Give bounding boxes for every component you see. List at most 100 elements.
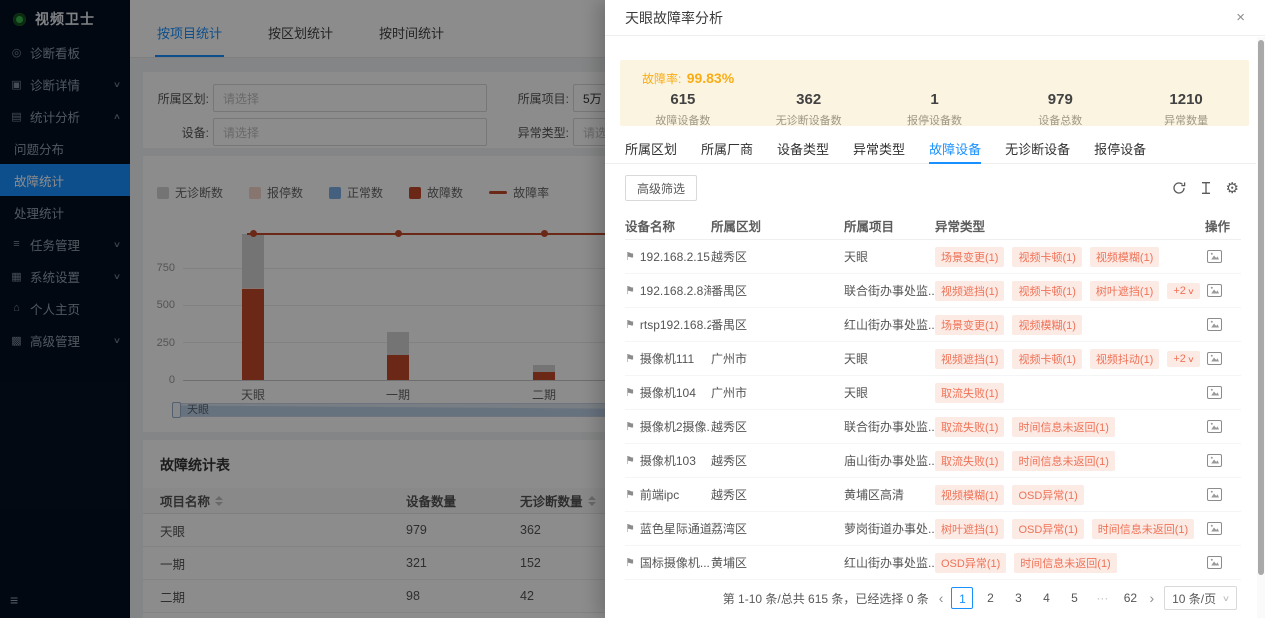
error-tag: 视频卡顿(1) — [1012, 349, 1081, 369]
error-tags-cell: 取流失败(1) — [935, 383, 1205, 403]
video-playback-icon[interactable] — [1207, 488, 1222, 501]
refresh-icon[interactable] — [1172, 181, 1186, 195]
fault-analysis-drawer: 天眼故障率分析 × 故障率: 99.83% 615故障设备数362无诊断设备数1… — [605, 0, 1265, 618]
chevron-down-icon: ∨ — [1187, 355, 1195, 364]
device-name-cell: ⚑rtsp192.168.2.8 — [625, 318, 711, 332]
device-name: 摄像机104 — [640, 384, 696, 401]
stat-item: 1报停设备数 — [872, 91, 998, 128]
device-row: ⚑摄像机111广州市天眼视频遮挡(1)视频卡顿(1)视频抖动(1)+2∨ — [625, 342, 1241, 376]
column-header: 操作 — [1205, 216, 1241, 235]
column-header: 设备名称 — [625, 216, 711, 235]
video-playback-icon[interactable] — [1207, 420, 1222, 433]
scrollbar-thumb[interactable] — [1258, 40, 1264, 575]
stat-label: 无诊断设备数 — [746, 112, 872, 128]
drawer-tab-7[interactable]: 报停设备 — [1094, 139, 1146, 164]
drawer-tab-1[interactable]: 所属区划 — [625, 139, 677, 164]
device-name-cell: ⚑国标摄像机... — [625, 554, 711, 571]
page-button-3[interactable]: 3 — [1007, 587, 1029, 609]
table-body: ⚑192.168.2.15... 越秀区 天眼场景变更(1) 视频卡顿(1) 视频模糊(… — [625, 240, 1241, 580]
drawer-tab-6[interactable]: 无诊断设备 — [1005, 139, 1070, 164]
column-header: 异常类型 — [935, 216, 1205, 235]
flag-icon: ⚑ — [625, 488, 635, 501]
error-tags-cell: 取流失败(1)时间信息未返回(1) — [935, 451, 1205, 471]
drawer-tab-2[interactable]: 所属厂商 — [701, 139, 753, 164]
page-button-4[interactable]: 4 — [1035, 587, 1057, 609]
project-cell: 红山街办事处监... — [844, 316, 935, 333]
video-playback-icon[interactable] — [1207, 250, 1222, 263]
operation-cell — [1205, 318, 1241, 331]
project-cell: 联合街办事处监... — [844, 418, 935, 435]
page-button-5[interactable]: 5 — [1063, 587, 1085, 609]
project-cell: 庙山街办事处监... — [844, 452, 935, 469]
advanced-filter-button[interactable]: 高级筛选 — [625, 175, 697, 201]
drawer-tab-5[interactable]: 故障设备 — [929, 139, 981, 164]
page-button-62[interactable]: 62 — [1119, 587, 1141, 609]
device-row: ⚑192.168.2.15...越秀区天眼场景变更(1)视频卡顿(1)视频模糊(… — [625, 240, 1241, 274]
page-size-select[interactable]: 10 条/页 ∨ — [1164, 586, 1237, 610]
video-playback-icon[interactable] — [1207, 522, 1222, 535]
pagination-summary: 第 1-10 条/总共 615 条，已经选择 0 条 — [723, 590, 929, 607]
stat-label: 设备总数 — [997, 112, 1123, 128]
video-playback-icon[interactable] — [1207, 556, 1222, 569]
page-button-1[interactable]: 1 — [951, 587, 973, 609]
device-name: 摄像机111 — [640, 350, 694, 367]
chevron-down-icon: ∨ — [1222, 594, 1230, 603]
video-playback-icon[interactable] — [1207, 352, 1222, 365]
error-tag: 时间信息未返回(1) — [1012, 451, 1114, 471]
prev-page-icon[interactable]: ‹ — [937, 590, 946, 606]
fault-rate: 故障率: 99.83% — [642, 70, 734, 87]
page-size-value: 10 条/页 — [1172, 590, 1216, 607]
flag-icon: ⚑ — [625, 386, 635, 399]
drawer-tab-4[interactable]: 异常类型 — [853, 139, 905, 164]
settings-gear-icon[interactable]: ⚙ — [1226, 181, 1239, 196]
region-cell: 越秀区 — [711, 418, 844, 435]
device-name-cell: ⚑摄像机111 — [625, 350, 711, 367]
video-playback-icon[interactable] — [1207, 454, 1222, 467]
video-playback-icon[interactable] — [1207, 318, 1222, 331]
flag-icon: ⚑ — [625, 420, 635, 433]
scrollbar[interactable] — [1257, 37, 1265, 618]
error-tags-cell: 视频遮挡(1)视频卡顿(1)视频抖动(1)+2∨ — [935, 349, 1205, 369]
page-ellipsis: ··· — [1091, 587, 1113, 609]
video-playback-icon[interactable] — [1207, 386, 1222, 399]
region-cell: 黄埔区 — [711, 554, 844, 571]
device-row: ⚑摄像机2摄像...越秀区联合街办事处监...取流失败(1)时间信息未返回(1) — [625, 410, 1241, 444]
region-cell: 番禺区 — [711, 316, 844, 333]
region-cell: 广州市 — [711, 384, 844, 401]
video-playback-icon[interactable] — [1207, 284, 1222, 297]
page-button-2[interactable]: 2 — [979, 587, 1001, 609]
device-row: ⚑192.168.2.8海...番禺区联合街办事处监...视频遮挡(1)视频卡顿… — [625, 274, 1241, 308]
next-page-icon[interactable]: › — [1147, 590, 1156, 606]
close-icon[interactable]: × — [1236, 10, 1245, 25]
stat-value: 615 — [620, 91, 746, 108]
drawer-tab-3[interactable]: 设备类型 — [777, 139, 829, 164]
error-tags-cell: 视频遮挡(1)视频卡顿(1)树叶遮挡(1)+2∨ — [935, 281, 1205, 301]
error-tags-cell: 视频模糊(1)OSD异常(1) — [935, 485, 1205, 505]
fault-rate-banner: 故障率: 99.83% 615故障设备数362无诊断设备数1报停设备数979设备… — [620, 60, 1249, 126]
operation-cell — [1205, 488, 1241, 501]
operation-cell — [1205, 352, 1241, 365]
project-cell: 萝岗街道办事处... — [844, 520, 935, 537]
operation-cell — [1205, 420, 1241, 433]
region-cell: 荔湾区 — [711, 520, 844, 537]
fault-devices-table: 设备名称所属区划所属项目异常类型操作 ⚑192.168.2.15... 越秀区 天眼… — [625, 212, 1241, 580]
error-tag: 时间信息未返回(1) — [1012, 417, 1114, 437]
region-cell: 番禺区 — [711, 282, 844, 299]
stat-item: 1210异常数量 — [1123, 91, 1249, 128]
device-row: ⚑国标摄像机...黄埔区红山街办事处监...OSD异常(1)时间信息未返回(1) — [625, 546, 1241, 580]
more-errors-tag[interactable]: +2∨ — [1167, 351, 1199, 367]
column-height-icon[interactable] — [1199, 181, 1213, 195]
table-header-row: 设备名称所属区划所属项目异常类型操作 — [625, 212, 1241, 240]
project-cell: 天眼 — [844, 248, 935, 265]
project-cell: 红山街办事处监... — [844, 554, 935, 571]
more-errors-tag[interactable]: +2∨ — [1167, 283, 1199, 299]
error-tag: 视频遮挡(1) — [935, 281, 1004, 301]
project-cell: 联合街办事处监... — [844, 282, 935, 299]
device-row: ⚑前端ipc越秀区黄埔区高清视频模糊(1)OSD异常(1) — [625, 478, 1241, 512]
drawer-header: 天眼故障率分析 × — [605, 0, 1265, 36]
error-tag: 场景变更(1) — [935, 315, 1004, 335]
error-tag: 视频模糊(1) — [1090, 247, 1159, 267]
device-name-cell: ⚑192.168.2.15... — [625, 250, 711, 264]
region-cell: 广州市 — [711, 350, 844, 367]
device-name-cell: ⚑摄像机2摄像... — [625, 418, 711, 435]
